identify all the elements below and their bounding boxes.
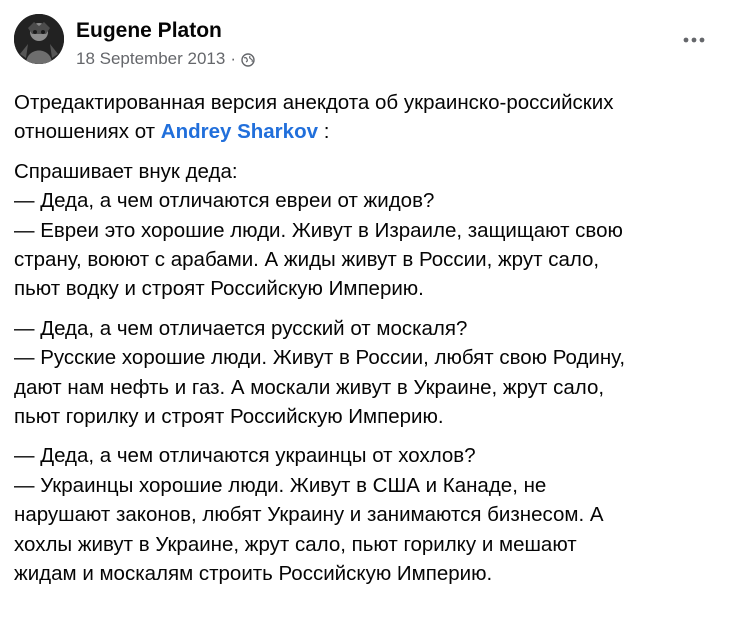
text-line: — Деда, а чем отличаются украинцы от хох… [14, 444, 476, 468]
intro-line-2: отношениях от Andrey Sharkov : [14, 117, 722, 146]
text-line: хохлы живут в Украине, жрут сало, пьют г… [14, 532, 577, 556]
more-options-icon[interactable] [678, 24, 710, 56]
post-body: Отредактированная версия анекдота об укр… [14, 88, 722, 599]
author-name[interactable]: Eugene Platon [76, 18, 255, 44]
post-header: Eugene Platon 18 September 2013 · [14, 14, 716, 72]
text-line: — Евреи это хорошие люди. Живут в Израил… [14, 218, 623, 242]
text-line: — Деда, а чем отличаются евреи от жидов? [14, 189, 435, 213]
intro-line-1: Отредактированная версия анекдота об укр… [14, 91, 614, 114]
joke-paragraph-3: — Деда, а чем отличаются украинцы от хох… [14, 441, 722, 588]
text-line: пьют горилку и строят Российскую Империю… [14, 405, 444, 429]
intro-suffix: : [318, 120, 330, 144]
joke-paragraph-1: Спрашивает внук деда: — Деда, а чем отли… [14, 157, 722, 304]
text-line: — Деда, а чем отличается русский от моск… [14, 316, 468, 340]
globe-icon[interactable] [241, 52, 255, 67]
text-line: Спрашивает внук деда: [14, 159, 238, 183]
text-line: дают нам нефть и газ. А москали живут в … [14, 375, 605, 399]
text-line: пьют водку и строят Российскую Империю. [14, 277, 424, 301]
text-line: жидам и москалям строить Российскую Импе… [14, 562, 493, 586]
post-date[interactable]: 18 September 2013 [76, 49, 225, 69]
post-card: Eugene Platon 18 September 2013 · Отреда… [0, 0, 730, 626]
text-line: — Русские хорошие люди. Живут в России, … [14, 346, 626, 370]
intro-paragraph: Отредактированная версия анекдота об укр… [14, 88, 722, 147]
text-line: нарушают законов, любят Украину и занима… [14, 503, 604, 527]
meta-separator: · [230, 49, 237, 68]
text-line: страну, воюют с арабами. А жиды живут в … [14, 248, 600, 272]
author-block: Eugene Platon 18 September 2013 · [76, 18, 255, 69]
text-line: — Украинцы хорошие люди. Живут в США и К… [14, 473, 547, 497]
joke-paragraph-2: — Деда, а чем отличается русский от моск… [14, 314, 722, 432]
intro-prefix: отношениях от [14, 120, 161, 144]
mention-link[interactable]: Andrey Sharkov [161, 120, 318, 143]
avatar[interactable] [14, 14, 64, 64]
post-meta: 18 September 2013 · [76, 49, 255, 69]
avatar-image [14, 14, 64, 64]
